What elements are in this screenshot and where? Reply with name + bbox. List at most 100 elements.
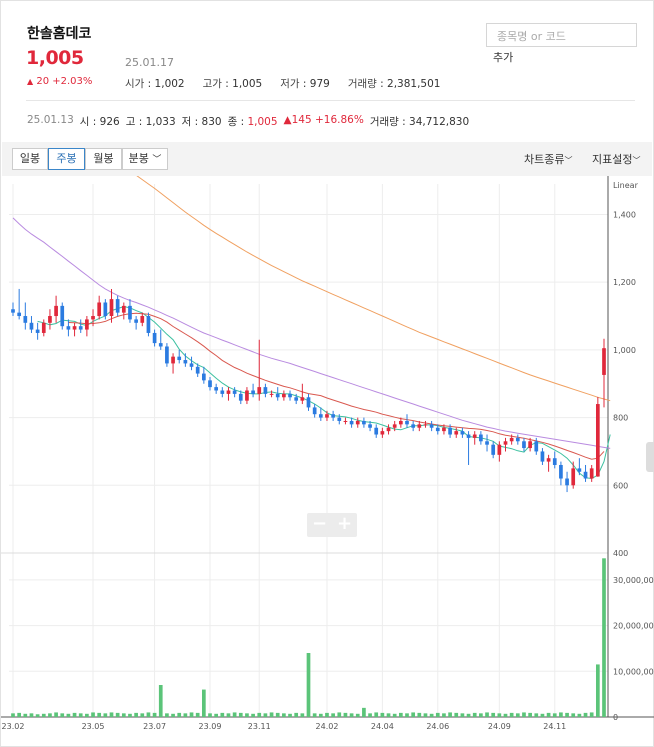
volume-bar [48, 713, 52, 717]
price-tick-label: 1,000 [613, 346, 636, 355]
candle-body [195, 366, 200, 374]
candle-body [72, 326, 77, 330]
candle-body [325, 414, 329, 418]
candle-body [540, 451, 545, 462]
candle-body [121, 305, 126, 313]
week-low: 저 : 830 [181, 116, 222, 128]
volume-bar [429, 713, 434, 717]
candle-body [374, 427, 379, 435]
volume-bar [165, 713, 169, 717]
candle-body [546, 458, 551, 462]
candle-body [528, 441, 532, 449]
candle-body [109, 299, 114, 317]
volume-bar [546, 712, 551, 717]
stock-search-input[interactable]: 종목명 or 코드 [486, 23, 637, 47]
zoom-out-button[interactable]: − [307, 513, 332, 537]
candle-body [515, 437, 520, 442]
candle-body [368, 424, 372, 428]
volume-bar [374, 712, 379, 717]
volume-bar [85, 713, 89, 717]
candle-body [386, 427, 391, 432]
candle-body [275, 393, 280, 398]
current-price: 1,005 [26, 47, 84, 69]
price-date: 25.01.17 [125, 56, 174, 69]
volume-bar [318, 713, 323, 717]
candle-body [171, 356, 175, 364]
volume-bar [288, 713, 292, 717]
candle-body [380, 431, 385, 435]
candle-body [134, 319, 138, 323]
tab-daily[interactable]: 일봉 [12, 148, 48, 170]
candle-body [269, 393, 274, 395]
volume-bar [398, 712, 403, 717]
volume-bar [103, 713, 108, 717]
candle-body [158, 343, 163, 347]
volume-bar [435, 712, 440, 717]
volume-bar [442, 713, 446, 717]
candle-body [349, 420, 354, 425]
candle-body [442, 427, 446, 432]
zoom-in-button[interactable]: + [332, 513, 357, 537]
week-close: 종 : 1,005 [227, 116, 278, 128]
volume-bar [78, 713, 83, 717]
candle-body [48, 316, 52, 323]
week-change: ▲145 +16.86% [283, 114, 364, 126]
candle-body [165, 346, 169, 364]
volume-bar [238, 712, 243, 717]
week-high: 고 : 1,033 [125, 116, 176, 128]
candle-body [602, 348, 606, 375]
volume-bar [540, 713, 545, 717]
tab-weekly[interactable]: 주봉 [48, 148, 85, 170]
volume-bar [577, 713, 582, 717]
volume-bar [454, 712, 459, 717]
candle-body [552, 458, 557, 465]
volume-bar [448, 712, 452, 717]
candle-body [565, 478, 569, 486]
volume-bar [472, 712, 477, 717]
candle-body [103, 302, 108, 317]
candle-body [282, 393, 286, 398]
candle-body [491, 444, 496, 455]
add-button[interactable]: 추가 [493, 49, 513, 65]
week-open: 시 : 926 [79, 116, 120, 128]
candle-body [17, 312, 22, 317]
volume-bar [152, 712, 157, 717]
up-triangle-icon: ▲ [27, 77, 34, 86]
candle-body [152, 332, 157, 344]
candle-body [85, 319, 89, 330]
stock-chart[interactable]: Linear 1,400 1,200 1,000 800 600 400 30,000,000… [1, 176, 654, 747]
candle-body [263, 387, 268, 394]
candle-body [448, 427, 452, 435]
indicator-settings-dropdown[interactable]: 지표설정﹀ [592, 151, 640, 167]
x-tick-label: 23.07 [143, 722, 166, 731]
volume-bar [485, 712, 489, 717]
chevron-down-icon: ﹀ [632, 156, 641, 165]
tab-minute[interactable]: 분봉 ﹀ [122, 148, 168, 170]
volume-bar [417, 712, 422, 717]
candle-body [522, 441, 526, 449]
side-panel-handle[interactable] [646, 442, 654, 472]
price-tick-label: 800 [613, 414, 628, 423]
price-tick-label: 1,400 [613, 210, 636, 219]
candle-body [35, 329, 40, 333]
price-tick-label: 1,200 [613, 278, 636, 287]
low-stat: 저가 : 979 [280, 78, 330, 90]
high-stat: 고가 : 1,005 [202, 78, 263, 90]
volume-bar [355, 713, 360, 717]
volume-tick-label: 10,000,000 [613, 667, 654, 676]
volume-bar [245, 713, 249, 717]
volume-bar [171, 713, 175, 717]
weekly-summary: 25.01.13 시 : 926 고 : 1,033 저 : 830 종 : 1… [27, 114, 469, 129]
tab-monthly[interactable]: 월봉 [85, 148, 122, 170]
chart-type-dropdown[interactable]: 차트종류﹀ [524, 151, 572, 167]
volume-bar [565, 712, 569, 717]
candle-body [300, 397, 305, 401]
candle-body [91, 316, 95, 320]
candle-body [66, 326, 71, 330]
volume-bar [595, 664, 600, 717]
volume-bar [503, 713, 508, 717]
candle-body [534, 441, 539, 452]
candle-body [146, 316, 151, 333]
x-tick-label: 23.09 [199, 722, 222, 731]
volume-bar [134, 712, 138, 717]
